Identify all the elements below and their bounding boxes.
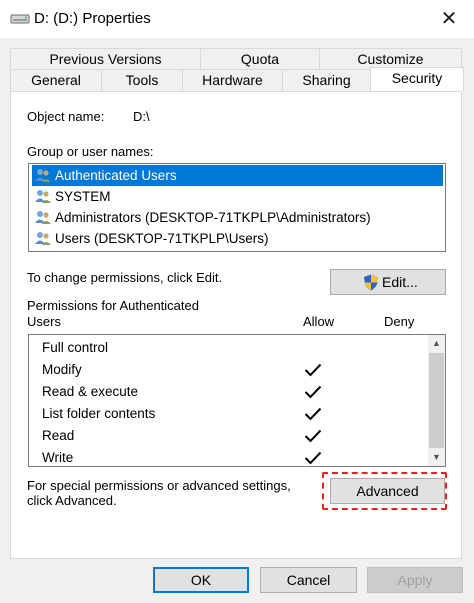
permissions-scrollbar[interactable]: ▲ ▼ bbox=[428, 335, 445, 466]
ok-button[interactable]: OK bbox=[153, 567, 249, 593]
permission-name: Write bbox=[42, 450, 74, 465]
user-name: Users (DESKTOP-71TKPLP\Users) bbox=[55, 231, 269, 246]
tab-hardware[interactable]: Hardware bbox=[182, 69, 283, 91]
tab-quota[interactable]: Quota bbox=[200, 48, 320, 70]
drive-icon bbox=[10, 14, 30, 24]
deny-column-header: Deny bbox=[384, 314, 415, 329]
permission-name: List folder contents bbox=[42, 406, 156, 421]
check-icon bbox=[304, 385, 322, 399]
permission-name: Read bbox=[42, 428, 75, 443]
check-icon bbox=[304, 407, 322, 421]
check-icon bbox=[304, 429, 322, 443]
users-icon bbox=[35, 169, 51, 182]
advanced-hint-line1: For special permissions or advanced sett… bbox=[27, 478, 291, 493]
permissions-label-line1: Permissions for Authenticated bbox=[27, 298, 199, 313]
list-item[interactable]: Users (DESKTOP-71TKPLP\Users) bbox=[32, 228, 443, 249]
list-item: Modify bbox=[42, 359, 412, 381]
tab-tools[interactable]: Tools bbox=[101, 69, 183, 91]
edit-button[interactable]: Edit... bbox=[330, 269, 446, 295]
object-name-label: Object name: bbox=[27, 109, 105, 124]
shield-icon bbox=[364, 274, 378, 291]
list-item: Read & execute bbox=[42, 381, 412, 403]
permission-name: Read & execute bbox=[42, 384, 139, 399]
scroll-down-icon[interactable]: ▼ bbox=[428, 449, 445, 466]
window-title: D: (D:) Properties bbox=[34, 10, 151, 27]
close-icon[interactable]: ✕ bbox=[438, 8, 460, 30]
list-item[interactable]: Administrators (DESKTOP-71TKPLP\Administ… bbox=[32, 207, 443, 228]
scroll-up-icon[interactable]: ▲ bbox=[428, 335, 445, 352]
title-bar: D: (D:) Properties ✕ bbox=[0, 0, 474, 38]
user-name: SYSTEM bbox=[55, 189, 111, 204]
group-label: Group or user names: bbox=[27, 144, 154, 159]
list-item: Full control bbox=[42, 337, 412, 359]
users-icon bbox=[35, 211, 51, 224]
permission-name: Modify bbox=[42, 362, 82, 377]
list-item[interactable]: SYSTEM bbox=[32, 186, 443, 207]
list-item: Write bbox=[42, 447, 412, 466]
scroll-thumb[interactable] bbox=[429, 353, 444, 448]
permissions-label-line2: Users bbox=[27, 314, 61, 329]
list-item: Read bbox=[42, 425, 412, 447]
apply-button[interactable]: Apply bbox=[367, 567, 463, 593]
change-permissions-hint: To change permissions, click Edit. bbox=[27, 270, 223, 285]
users-icon bbox=[35, 232, 51, 245]
cancel-button[interactable]: Cancel bbox=[260, 567, 357, 593]
permission-name: Full control bbox=[42, 340, 109, 355]
security-panel: Object name: D:\ Group or user names: Au… bbox=[10, 91, 462, 559]
permissions-list[interactable]: Full control Modify Read & execute List … bbox=[28, 334, 446, 467]
tab-general[interactable]: General bbox=[10, 69, 102, 91]
allow-column-header: Allow bbox=[303, 314, 335, 329]
check-icon bbox=[304, 363, 322, 377]
check-icon bbox=[304, 451, 322, 465]
tab-previous-versions[interactable]: Previous Versions bbox=[10, 48, 201, 70]
tab-security[interactable]: Security bbox=[370, 67, 464, 91]
users-icon bbox=[35, 190, 51, 203]
list-item[interactable]: Authenticated Users bbox=[32, 165, 443, 186]
user-name: Administrators (DESKTOP-71TKPLP\Administ… bbox=[55, 210, 371, 225]
user-list[interactable]: Authenticated Users SYSTEM Administrator… bbox=[28, 163, 446, 252]
edit-button-label: Edit... bbox=[382, 274, 418, 290]
user-name: Authenticated Users bbox=[55, 168, 177, 183]
list-item: List folder contents bbox=[42, 403, 412, 425]
tab-sharing[interactable]: Sharing bbox=[282, 69, 371, 91]
object-name-value: D:\ bbox=[133, 109, 150, 124]
advanced-button[interactable]: Advanced bbox=[330, 478, 445, 504]
advanced-hint-line2: click Advanced. bbox=[27, 493, 117, 508]
